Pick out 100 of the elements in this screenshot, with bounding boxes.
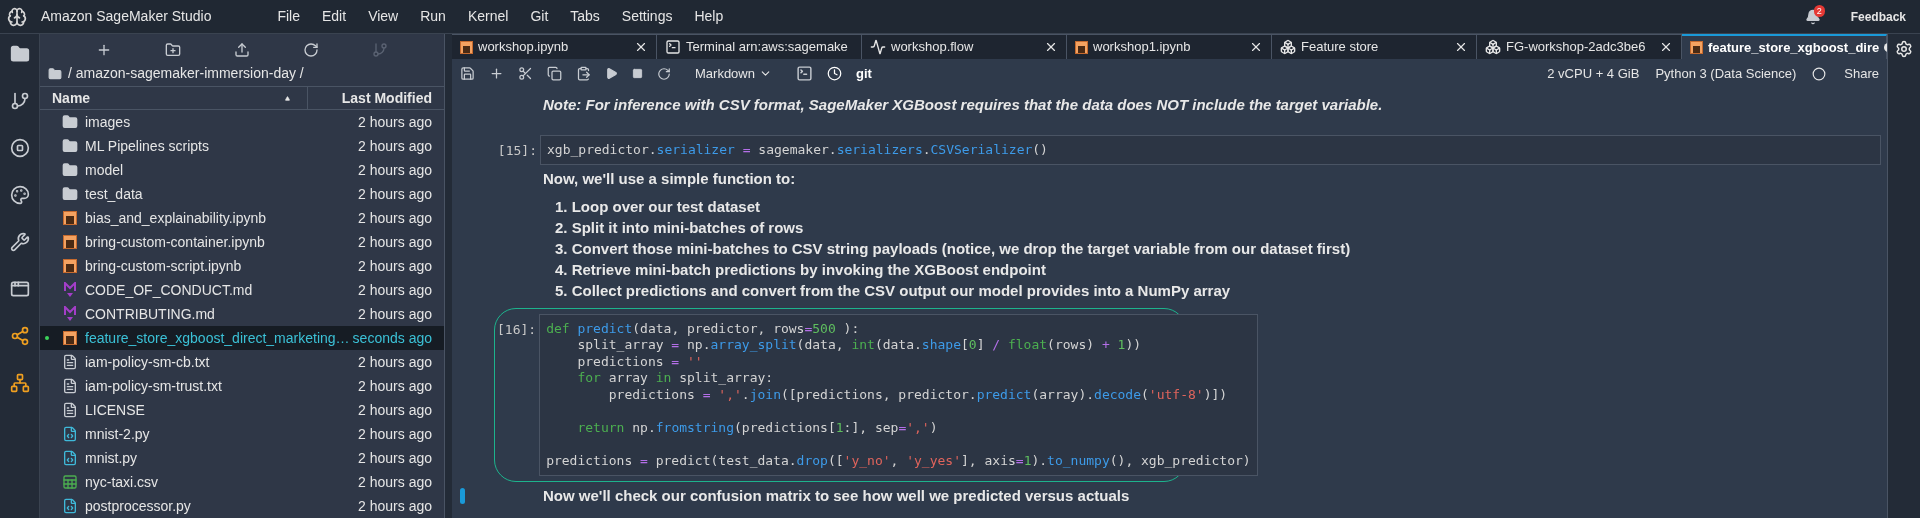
- menu-item[interactable]: Help: [688, 6, 730, 27]
- copy-icon[interactable]: [547, 66, 562, 81]
- menu-item[interactable]: Kernel: [461, 6, 515, 27]
- file-row[interactable]: mnist-2.py 2 hours ago: [40, 422, 444, 446]
- file-name: LICENSE: [85, 400, 145, 420]
- tab-label: workshop.flow: [891, 38, 974, 57]
- menu-item[interactable]: File: [271, 6, 306, 27]
- wrench-icon[interactable]: [9, 232, 30, 252]
- restart-icon[interactable]: [657, 66, 671, 81]
- notification-badge: 2: [1813, 4, 1825, 17]
- tab-label: FG-workshop-2adc3be6: [1506, 38, 1646, 57]
- python-icon: [61, 498, 78, 514]
- add-cell-icon[interactable]: [489, 66, 504, 81]
- code-cell[interactable]: [539, 313, 1258, 476]
- menu-item[interactable]: Settings: [615, 6, 679, 27]
- nodes-icon[interactable]: [9, 326, 30, 346]
- code-cell[interactable]: xgb_predictor.serializer = sagemaker.serializers.CSVSerializer(): [540, 134, 1881, 165]
- menu-item[interactable]: Git: [524, 6, 555, 27]
- file-row[interactable]: mnist.py 2 hours ago: [40, 446, 444, 470]
- cut-icon[interactable]: [518, 66, 533, 81]
- file-name: bias_and_explainability.ipynb: [85, 208, 267, 228]
- app-title: Amazon SageMaker Studio: [41, 7, 212, 26]
- menu-item[interactable]: Tabs: [564, 6, 606, 27]
- menu-item[interactable]: Edit: [316, 6, 353, 27]
- file-row[interactable]: bring-custom-container.ipynb 2 hours ago: [40, 230, 444, 254]
- close-icon[interactable]: [1044, 40, 1058, 54]
- file-row[interactable]: test_data 2 hours ago: [40, 182, 444, 206]
- menu-item[interactable]: View: [362, 6, 405, 27]
- cubes-icon: [1485, 39, 1501, 55]
- settings-icon[interactable]: [1895, 40, 1913, 58]
- modified-time: 2 hours ago: [358, 160, 432, 180]
- stop-icon[interactable]: [9, 138, 30, 158]
- save-icon[interactable]: [460, 66, 475, 81]
- code-line: for array in split_array:: [576, 370, 774, 387]
- cell-type-dropdown[interactable]: Markdown: [695, 63, 772, 84]
- upload-icon[interactable]: [234, 41, 250, 58]
- file-name: CONTRIBUTING.md: [85, 304, 215, 324]
- instance-label[interactable]: 2 vCPU + 4 GiB: [1547, 63, 1640, 84]
- folder-icon[interactable]: [9, 44, 30, 64]
- document-tab[interactable]: workshop.ipynb: [452, 34, 657, 59]
- close-icon[interactable]: [1659, 40, 1673, 54]
- file-row[interactable]: bring-custom-script.ipynb 2 hours ago: [40, 254, 444, 278]
- document-tab[interactable]: workshop1.ipynb: [1067, 34, 1272, 59]
- python-icon: [61, 426, 78, 442]
- document-tab[interactable]: workshop.flow: [862, 34, 1067, 59]
- file-name: bring-custom-script.ipynb: [85, 256, 242, 276]
- modified-time: 2 hours ago: [358, 496, 432, 516]
- file-row[interactable]: images 2 hours ago: [40, 110, 444, 134]
- document-tab[interactable]: Terminal arn:aws:sagemake: [657, 34, 862, 59]
- kernel-status-icon: [1812, 66, 1827, 81]
- feedback-link[interactable]: Feedback: [1850, 7, 1906, 26]
- new-folder-icon[interactable]: [165, 41, 182, 58]
- file-row[interactable]: LICENSE 2 hours ago: [40, 398, 444, 422]
- breadcrumb-path[interactable]: / amazon-sagemaker-immersion-day /: [68, 63, 304, 84]
- document-tab[interactable]: FG-workshop-2adc3be6: [1477, 34, 1682, 59]
- file-row[interactable]: CONTRIBUTING.md 2 hours ago: [40, 302, 444, 326]
- file-name: CODE_OF_CONDUCT.md: [85, 280, 253, 300]
- file-row[interactable]: CODE_OF_CONDUCT.md 2 hours ago: [40, 278, 444, 302]
- folder-icon: [61, 162, 78, 178]
- file-name: ML Pipelines scripts: [85, 136, 209, 156]
- file-row[interactable]: iam-policy-sm-cb.txt 2 hours ago: [40, 350, 444, 374]
- window-icon[interactable]: [9, 279, 30, 299]
- file-row[interactable]: bias_and_explainability.ipynb 2 hours ago: [40, 206, 444, 230]
- modified-time: 2 hours ago: [358, 136, 432, 156]
- modified-time: 2 hours ago: [358, 280, 432, 300]
- file-row[interactable]: iam-policy-sm-trust.txt 2 hours ago: [40, 374, 444, 398]
- share-button[interactable]: Share: [1844, 63, 1879, 84]
- stop-icon[interactable]: [632, 68, 643, 79]
- modified-column-header[interactable]: Last Modified: [308, 87, 444, 109]
- cell-prompt: [16]:: [497, 320, 538, 339]
- close-icon[interactable]: [1249, 40, 1263, 54]
- close-icon[interactable]: [634, 40, 648, 54]
- notebook-icon: [1075, 40, 1088, 54]
- kernel-name[interactable]: Python 3 (Data Science): [1655, 63, 1797, 84]
- document-tab[interactable]: Feature store: [1272, 34, 1477, 59]
- file-row[interactable]: ML Pipelines scripts 2 hours ago: [40, 134, 444, 158]
- name-column-header[interactable]: Name: [40, 87, 308, 109]
- terminal-icon[interactable]: [795, 65, 813, 82]
- close-icon[interactable]: [1454, 40, 1468, 54]
- git-button[interactable]: git: [855, 63, 872, 84]
- network-icon[interactable]: [9, 373, 30, 393]
- refresh-icon[interactable]: [302, 41, 319, 58]
- file-row[interactable]: model 2 hours ago: [40, 158, 444, 182]
- folder-icon: [61, 138, 78, 154]
- file-row[interactable]: postprocessor.py 2 hours ago: [40, 494, 444, 518]
- clock-icon[interactable]: [826, 66, 842, 81]
- file-row[interactable]: nyc-taxi.csv 2 hours ago: [40, 470, 444, 494]
- menu-item[interactable]: Run: [414, 6, 452, 27]
- paste-icon[interactable]: [576, 66, 591, 81]
- palette-icon[interactable]: [9, 185, 30, 205]
- file-row[interactable]: feature_store_xgboost_direct_marketing… seconds ago: [40, 326, 444, 350]
- run-icon[interactable]: [605, 67, 618, 80]
- markdown-text: Now, we'll use a simple function to:: [543, 169, 796, 189]
- list-item: 1. Loop over our test dataset: [555, 196, 761, 217]
- tab-label: Terminal arn:aws:sagemake: [686, 38, 848, 57]
- file-name: feature_store_xgboost_direct_marketing…: [85, 328, 350, 348]
- git-icon[interactable]: [9, 91, 30, 111]
- code-line: split_array = np.array_split(data, int(data.shape[0] / float(rows) + 1)): [576, 337, 1142, 354]
- file-name: iam-policy-sm-trust.txt: [85, 376, 222, 396]
- document-tab[interactable]: feature_store_xgboost_dire: [1682, 34, 1887, 59]
